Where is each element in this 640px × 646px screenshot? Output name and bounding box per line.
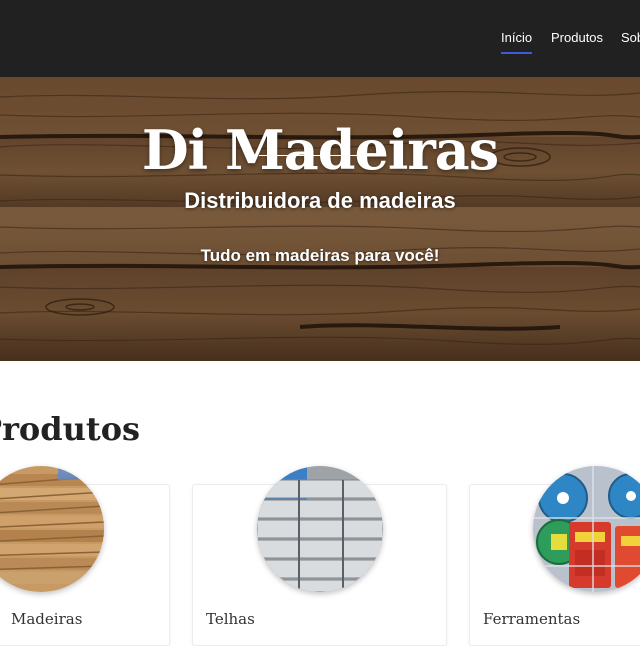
hero-subtitle: Distribuidora de madeiras — [184, 188, 456, 214]
product-card-telhas[interactable]: Telhas — [192, 466, 447, 646]
hero-divider — [259, 155, 380, 156]
product-card-label: Telhas — [206, 610, 255, 628]
tools-image — [533, 466, 640, 592]
nav-link-sobre[interactable]: Sobre — [621, 30, 640, 46]
nav-link-produtos[interactable]: Produtos — [551, 30, 603, 46]
hero-title: Di Madeiras — [141, 118, 499, 183]
lumber-image — [0, 466, 104, 592]
roof-tiles-image — [257, 466, 383, 592]
nav-link-inicio[interactable]: Início — [501, 30, 533, 54]
hero-tagline: Tudo em madeiras para você! — [200, 246, 440, 265]
product-card-label: Madeiras — [11, 610, 83, 628]
product-card-label: Ferramentas — [483, 610, 581, 628]
main-nav: Início Produtos Sobre — [0, 30, 640, 60]
product-card-ferramentas[interactable]: Ferramentas — [469, 466, 640, 646]
product-card-madeiras[interactable]: Madeiras — [0, 466, 170, 646]
hero-banner: Di Madeiras Distribuidora de madeiras Tu… — [0, 77, 640, 361]
site-header: Início Produtos Sobre — [0, 0, 640, 77]
products-section-title: Produtos — [0, 410, 141, 448]
